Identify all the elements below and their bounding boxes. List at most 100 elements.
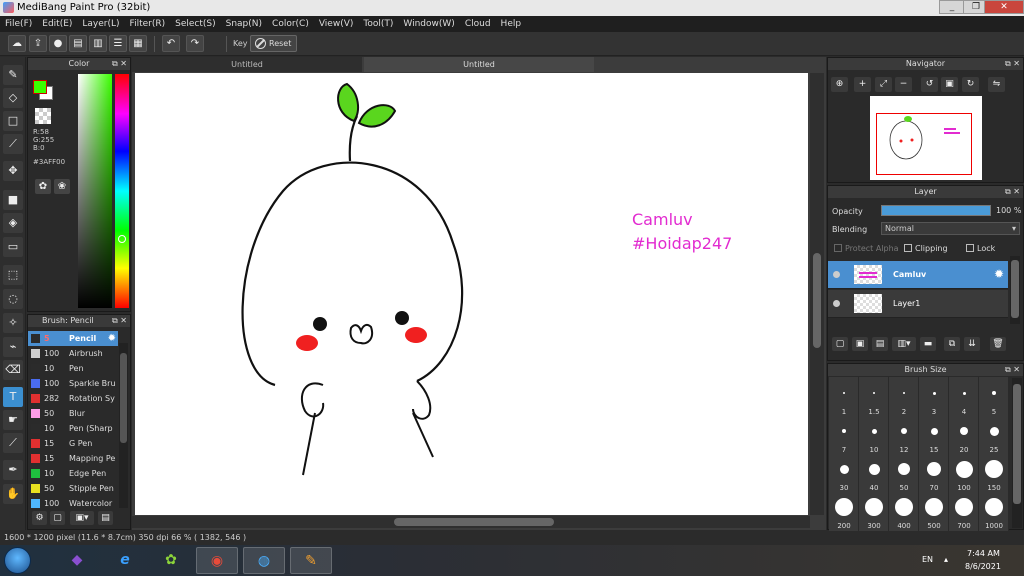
scrollbar-thumb[interactable] [1011, 260, 1019, 318]
divide-tool-icon[interactable]: ⟋ [3, 433, 23, 453]
merge-down-icon[interactable]: ⇊ [964, 337, 980, 351]
new-8bit-layer-icon[interactable]: ▤ [872, 337, 888, 351]
scrollbar-thumb[interactable] [120, 353, 127, 443]
gradient-tool-icon[interactable]: ▭ [3, 237, 23, 257]
panel-window-controls[interactable]: ⧉ ✕ [112, 58, 127, 70]
saturation-value-picker[interactable] [78, 74, 112, 308]
upload-icon[interactable]: ⇪ [29, 35, 47, 52]
new-halftone-layer-icon[interactable]: ▣ [852, 337, 868, 351]
chevron-up-icon[interactable]: ▴ [944, 555, 948, 564]
trash-icon[interactable]: 🗑 [990, 337, 1006, 351]
lasso-tool-icon[interactable]: ◌ [3, 289, 23, 309]
brush-list-item[interactable]: 50 Blur [28, 406, 118, 421]
layer-list-scrollbar[interactable] [1010, 256, 1020, 324]
brush-tool-icon[interactable]: ✎ [3, 65, 23, 85]
grid-icon[interactable]: ▦ [129, 35, 147, 52]
color-wheel-icon[interactable]: ❀ [54, 179, 70, 194]
reset-button[interactable]: Reset [250, 35, 297, 52]
rotate-left-icon[interactable]: ↺ [921, 77, 938, 92]
visibility-icon[interactable] [833, 300, 840, 307]
brush-list-item[interactable]: 100 Airbrush [28, 346, 118, 361]
minimize-button[interactable]: _ [939, 0, 965, 14]
navigator-preview[interactable] [870, 96, 982, 180]
menu-help[interactable]: Help [496, 16, 527, 32]
lock-checkbox[interactable]: Lock [966, 244, 995, 253]
start-button[interactable] [4, 547, 31, 574]
operation-tool-icon[interactable]: ☛ [3, 410, 23, 430]
clock-date[interactable]: 8/6/2021 [965, 562, 1001, 571]
reset-view-icon[interactable]: ▣ [941, 77, 958, 92]
brush-size-cell[interactable]: 1000 [979, 491, 1009, 531]
menu-snap[interactable]: Snap(N) [221, 16, 267, 32]
canvas-horizontal-scrollbar[interactable] [132, 516, 810, 528]
brush-list-item[interactable]: 100 Watercolor [28, 496, 118, 511]
scrollbar-thumb[interactable] [394, 518, 554, 526]
canvas-vertical-scrollbar[interactable] [810, 73, 824, 515]
hand-tool-icon[interactable]: ✋ [3, 484, 23, 504]
select-pen-tool-icon[interactable]: ⌁ [3, 337, 23, 357]
brush-properties-icon[interactable]: ▤ [98, 511, 113, 525]
redo-icon[interactable]: ↷ [186, 35, 204, 52]
fit-icon[interactable]: ⤢ [875, 77, 892, 92]
message-icon[interactable]: ▤ [69, 35, 87, 52]
brush-size-cell[interactable]: 1 [829, 377, 859, 417]
brush-list-item[interactable]: 5 Pencil ✹ [28, 331, 118, 346]
new-layer-icon[interactable]: ▢ [832, 337, 848, 351]
language-indicator[interactable]: EN [922, 555, 933, 564]
coccoc-browser-icon[interactable]: ✿ [150, 547, 192, 574]
eyedropper-tool-icon[interactable]: ✒ [3, 460, 23, 480]
hue-slider-handle[interactable] [118, 235, 126, 243]
zoom-icon[interactable]: ⊕ [831, 77, 848, 92]
selection-tool-icon[interactable]: ⬚ [3, 265, 23, 285]
brush-list-scrollbar[interactable] [119, 343, 128, 508]
menu-layer[interactable]: Layer(L) [77, 16, 124, 32]
comment-icon[interactable]: ● [49, 35, 67, 52]
close-button[interactable]: ✕ [984, 0, 1024, 14]
panel-window-controls[interactable]: ⧉ ✕ [1005, 58, 1020, 70]
internet-explorer-icon[interactable]: e [104, 547, 146, 574]
document-icon[interactable]: ▥ [89, 35, 107, 52]
layer-row[interactable]: Camluv ✹ [828, 261, 1008, 289]
add-brush-dropdown-icon[interactable]: ▣▾ [70, 511, 94, 525]
brush-settings-icon[interactable]: ⚙ [32, 511, 47, 525]
add-layer-dropdown-icon[interactable]: ▥▾ [892, 337, 916, 351]
brush-size-cell[interactable]: 1.5 [859, 377, 889, 417]
brush-size-cell[interactable]: 15 [919, 415, 949, 455]
brush-size-cell[interactable]: 700 [949, 491, 979, 531]
gear-icon[interactable]: ✹ [994, 267, 1004, 281]
eraser-tool-icon[interactable]: ◇ [3, 88, 23, 108]
brush-list-item[interactable]: 10 Pen [28, 361, 118, 376]
menu-window[interactable]: Window(W) [398, 16, 459, 32]
brush-size-cell[interactable]: 12 [889, 415, 919, 455]
brush-size-cell[interactable]: 10 [859, 415, 889, 455]
panel-window-controls[interactable]: ⧉ ✕ [1005, 186, 1020, 198]
medibang-taskbar-icon[interactable]: ◍ [243, 547, 285, 574]
brush-size-cell[interactable]: 2 [889, 377, 919, 417]
paint-icon[interactable]: ✎ [290, 547, 332, 574]
menu-cloud[interactable]: Cloud [460, 16, 496, 32]
rotate-right-icon[interactable]: ↻ [962, 77, 979, 92]
brush-size-cell[interactable]: 7 [829, 415, 859, 455]
undo-icon[interactable]: ↶ [162, 35, 180, 52]
clock-time[interactable]: 7:44 AM [967, 549, 1000, 558]
brush-size-cell[interactable]: 25 [979, 415, 1009, 455]
panel-window-controls[interactable]: ⧉ ✕ [1005, 364, 1020, 376]
brush-size-cell[interactable]: 70 [919, 453, 949, 493]
foreground-color-swatch[interactable] [33, 80, 47, 94]
panel-window-controls[interactable]: ⧉ ✕ [112, 315, 127, 327]
magic-wand-tool-icon[interactable]: ✧ [3, 313, 23, 333]
brush-list-item[interactable]: 10 Pen (Sharp [28, 421, 118, 436]
chrome-icon[interactable]: ◉ [196, 547, 238, 574]
menu-color[interactable]: Color(C) [267, 16, 314, 32]
select-rect-tool-icon[interactable]: □ [3, 111, 23, 131]
brush-size-cell[interactable]: 500 [919, 491, 949, 531]
brush-size-scrollbar[interactable] [1012, 378, 1022, 528]
navigator-view-rect[interactable] [876, 113, 972, 175]
tab-untitled-2[interactable]: Untitled [364, 57, 594, 72]
brush-size-cell[interactable]: 150 [979, 453, 1009, 493]
duplicate-layer-icon[interactable]: ⧉ [944, 337, 960, 351]
cloud-icon[interactable]: ☁ [8, 35, 26, 52]
opacity-slider[interactable] [881, 205, 991, 216]
menu-file[interactable]: File(F) [0, 16, 37, 32]
menu-tool[interactable]: Tool(T) [358, 16, 398, 32]
